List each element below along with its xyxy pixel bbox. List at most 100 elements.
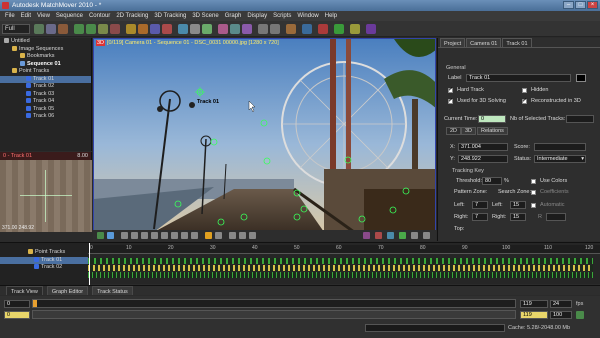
loop-icon[interactable] [205,232,212,239]
first-frame-icon[interactable] [121,232,128,239]
eraser-icon[interactable] [162,24,172,34]
stop-icon[interactable] [318,24,328,34]
shield-icon[interactable] [302,24,312,34]
speed-input[interactable]: 100 [550,311,572,319]
tree-root[interactable]: Untitled [0,38,91,46]
tab-graph-editor[interactable]: Graph Editor [46,286,89,295]
subtab-2d[interactable]: 2D [446,127,462,135]
zoom-icon[interactable] [399,232,406,239]
image-viewport[interactable]: 3D [0/119] Camera 01 - Sequence 01 - DSC_… [93,38,436,231]
auto-track-icon[interactable] [202,24,212,34]
range-start-input[interactable]: 0 [4,311,30,319]
menu-file[interactable]: File [2,11,18,21]
tree-sequence-01[interactable]: Sequence 01 [0,61,91,69]
tab-camera-01[interactable]: Camera 01 [466,38,502,47]
tree-point-tracks[interactable]: Point Tracks [0,68,91,76]
menu-scripts[interactable]: Scripts [270,11,294,21]
status-select[interactable]: Intermediate ▾ [534,155,586,163]
hard-track-checkbox[interactable] [448,86,453,93]
tree-track-02[interactable]: Track 02 [0,83,91,91]
camera-icon[interactable] [150,24,160,34]
left-pattern-input[interactable]: 7 [472,201,488,209]
menu-view[interactable]: View [34,11,53,21]
threshold-input[interactable]: 80 [482,177,502,185]
menu-edit[interactable]: Edit [18,11,34,21]
range-end-input[interactable]: 119 [520,311,548,319]
tab-track-view[interactable]: Track View [6,286,43,295]
refresh-icon[interactable] [411,232,418,239]
tab-project[interactable]: Project [440,38,466,47]
play-icon[interactable] [161,232,168,239]
timeline-track-01[interactable]: Track 01 [0,256,88,264]
distance-icon[interactable] [190,24,200,34]
time-slider[interactable] [32,299,516,308]
track-bidirectional-icon[interactable] [110,24,120,34]
menu-display[interactable]: Display [244,11,270,21]
automatic-checkbox[interactable] [531,203,536,208]
focus-icon[interactable] [107,232,114,239]
coordinate-system-icon[interactable] [178,24,188,34]
right-pattern-input[interactable]: 7 [472,213,488,221]
menu-3d-scene[interactable]: 3D Scene [189,11,221,21]
save-icon[interactable] [46,24,56,34]
menu-window[interactable]: Window [294,11,321,21]
open-icon[interactable] [34,24,44,34]
export-icon[interactable] [286,24,296,34]
timeline-cursor[interactable] [89,243,90,285]
timeline-track-bar[interactable] [88,258,593,264]
tree-track-01[interactable]: Track 01 [0,75,91,83]
time-slider-handle[interactable] [33,300,37,307]
settings-icon[interactable] [576,311,584,319]
reconstructed-checkbox[interactable] [522,97,527,104]
menu-graph[interactable]: Graph [222,11,245,21]
film-icon[interactable] [215,232,222,239]
tree-track-03[interactable]: Track 03 [0,91,91,99]
play-icon[interactable] [334,24,344,34]
scale-icon[interactable] [375,232,382,239]
cube-icon[interactable] [230,24,240,34]
link-icon[interactable] [239,232,246,239]
left-search-input[interactable]: 15 [510,201,526,209]
tree-track-04[interactable]: Track 04 [0,98,91,106]
tree-track-06[interactable]: Track 06 [0,113,91,121]
hidden-checkbox[interactable] [522,88,527,93]
nb-selected-input[interactable] [566,115,594,123]
use-colors-checkbox[interactable] [531,179,536,184]
prev-key-icon[interactable] [131,232,138,239]
subtab-relations[interactable]: Relations [477,127,508,135]
tree-image-sequences[interactable]: Image Sequences [0,46,91,54]
next-frame-icon[interactable] [171,232,178,239]
track-add-icon[interactable] [74,24,84,34]
fit-icon[interactable] [423,232,430,239]
timeline-track-02[interactable]: Track 02 [0,264,88,272]
current-time-input[interactable]: 0 [478,115,506,123]
start-frame-input[interactable]: 0 [4,300,30,308]
menu-2d-tracking[interactable]: 2D Tracking [113,11,151,21]
bookmark-icon[interactable] [366,24,376,34]
play-back-icon[interactable] [151,232,158,239]
prev-frame-icon[interactable] [141,232,148,239]
next-key-icon[interactable] [181,232,188,239]
refine-icon[interactable] [138,24,148,34]
menu-3d-tracking[interactable]: 3D Tracking [151,11,189,21]
move-icon[interactable] [363,232,370,239]
lamp-icon[interactable] [350,24,360,34]
timeline-track-bar[interactable] [88,272,593,278]
timeline-point-tracks[interactable]: Point Tracks [0,249,88,257]
tab-track-01[interactable]: Track 01 [502,38,532,47]
score-input[interactable] [534,143,586,151]
close-button[interactable]: × [587,1,598,9]
maximize-button[interactable]: □ [575,1,586,9]
view-2d-icon[interactable] [258,24,268,34]
track-forward-icon[interactable] [86,24,96,34]
subtab-3d[interactable]: 3D [461,127,477,135]
track-backward-icon[interactable] [98,24,108,34]
last-frame-icon[interactable] [191,232,198,239]
timeline-track-bar[interactable] [88,265,593,271]
range-bar[interactable] [33,311,515,318]
menu-sequence[interactable]: Sequence [53,11,86,21]
target-icon[interactable] [249,232,256,239]
minimize-button[interactable]: – [563,1,574,9]
mode-select[interactable]: Full [2,24,30,34]
menu-help[interactable]: Help [322,11,340,21]
